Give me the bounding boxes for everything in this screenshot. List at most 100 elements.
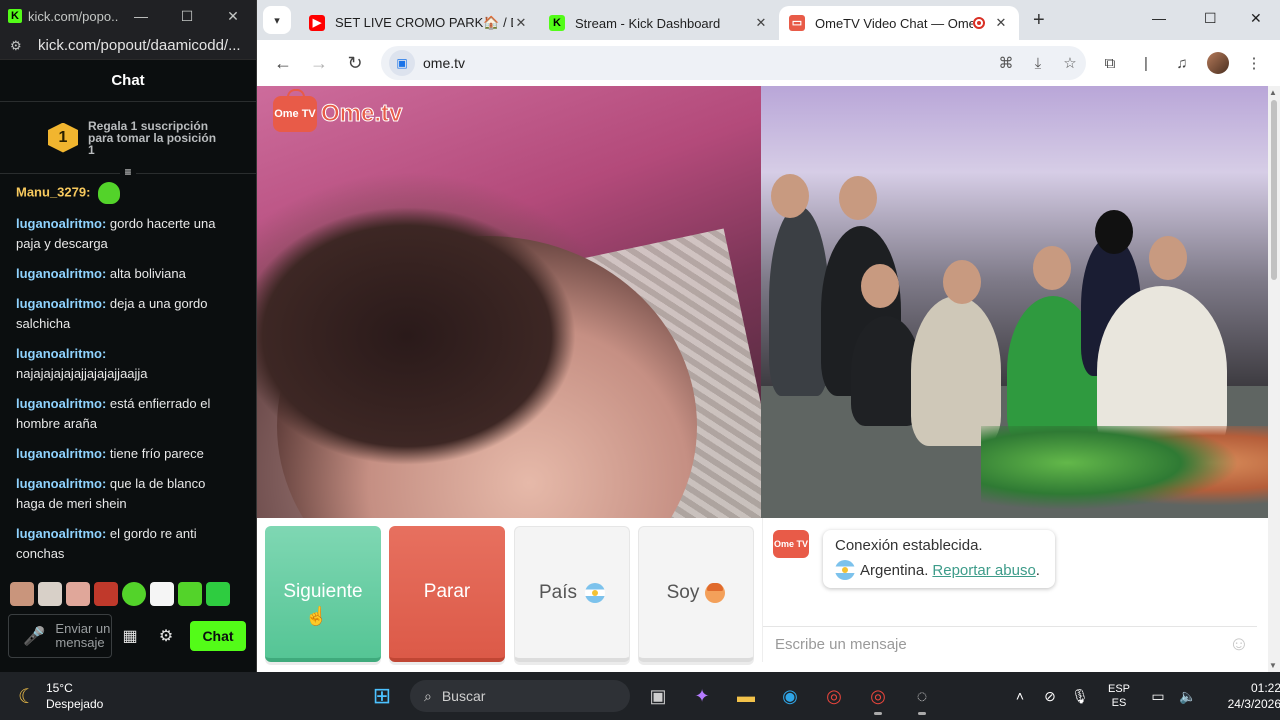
video-head [861, 264, 899, 308]
volume-icon[interactable]: 🔈 [1173, 688, 1203, 705]
chrome-profile-icon[interactable]: ◎ [858, 678, 898, 715]
close-icon[interactable]: ✕ [210, 8, 256, 25]
chat-send-button[interactable]: Chat [190, 621, 246, 651]
remote-camera-video [761, 86, 1268, 518]
chat-username[interactable]: luganoalritmo: [16, 266, 106, 281]
stop-button[interactable]: Parar [389, 526, 505, 662]
clock[interactable]: 01:22 24/3/2026 [1221, 680, 1280, 712]
chat-username[interactable]: Manu_3279: [16, 184, 90, 199]
ometv-logo-text: Ome.tv [320, 100, 403, 128]
close-tab-icon[interactable]: ✕ [993, 15, 1009, 31]
microphone-icon[interactable]: 🎙 [1065, 688, 1095, 705]
smiley-icon[interactable]: ☺ [1221, 633, 1257, 656]
back-icon[interactable]: ← [265, 53, 301, 74]
emote-icon[interactable] [178, 582, 202, 606]
chevron-up-icon[interactable]: ˄ [1005, 688, 1035, 704]
edge-icon[interactable]: ◉ [770, 678, 810, 714]
minimize-icon[interactable]: — [1152, 10, 1166, 26]
extensions-icon[interactable]: ⧉ [1092, 55, 1128, 72]
taskbar-search[interactable]: ⌕ Buscar [410, 680, 630, 712]
chat-message: Manu_3279: [16, 182, 234, 204]
network-off-icon[interactable]: ⊘ [1035, 688, 1065, 705]
chat-username[interactable]: luganoalritmo: [16, 446, 106, 461]
tab-youtube[interactable]: ▶ SET LIVE CROMO PARK🏠 / DY ✕ [299, 6, 539, 40]
reload-icon[interactable]: ↻ [337, 53, 373, 74]
chat-username[interactable]: luganoalritmo: [16, 216, 106, 231]
chat-username[interactable]: luganoalritmo: [16, 526, 106, 541]
tab-kick-dashboard[interactable]: K Stream - Kick Dashboard ✕ [539, 6, 779, 40]
pinned-subscription-banner[interactable]: 1 Regala 1 suscripción para tomar la pos… [0, 102, 256, 179]
forward-icon[interactable]: → [301, 53, 337, 74]
emote-icon[interactable] [94, 582, 118, 606]
site-settings-icon[interactable]: ⚙ [10, 38, 26, 54]
kick-urlbar[interactable]: ⚙ kick.com/popout/daamicodd/... [0, 32, 256, 60]
tab-ometv[interactable]: ▭ OmeTV Video Chat — Ome ✕ [779, 6, 1019, 40]
chat-text: alta boliviana [109, 266, 186, 281]
running-indicator [918, 712, 926, 715]
translate-icon[interactable]: ⌘ [990, 54, 1022, 72]
chat-input-placeholder: Enviar un mensaje [55, 621, 111, 650]
microphone-icon[interactable]: 🎤 [23, 626, 45, 647]
obs-icon[interactable]: ◌ [902, 678, 942, 715]
close-tab-icon[interactable]: ✕ [753, 15, 769, 31]
chrome-icon[interactable]: ◎ [814, 678, 854, 714]
scrollbar-thumb[interactable] [1271, 100, 1277, 280]
emote-icon[interactable] [38, 582, 62, 606]
video-head [839, 176, 877, 220]
message-input[interactable] [775, 636, 1221, 653]
chat-header: Chat [0, 60, 256, 102]
page-scrollbar[interactable]: ▲ ▼ [1268, 86, 1280, 672]
report-abuse-link[interactable]: Reportar abuso [932, 562, 1035, 579]
store-icon[interactable]: ▦ [112, 626, 148, 646]
emote-icon[interactable] [206, 582, 230, 606]
address-bar[interactable]: ▣ ome.tv ⌘ ⤓ ☆ [381, 46, 1086, 80]
hand-cursor-icon: ☝ [305, 606, 328, 626]
chat-username[interactable]: luganoalritmo: [16, 346, 106, 361]
media-controls-icon[interactable]: ♫ [1164, 55, 1200, 72]
chat-input[interactable]: 🎤 Enviar un mensaje [8, 614, 112, 658]
emote-icon[interactable] [122, 582, 146, 606]
minimize-icon[interactable]: — [118, 8, 164, 24]
kick-titlebar: K kick.com/popo... — ☐ ✕ [0, 0, 256, 32]
ometv-logo-icon: Ome TV [773, 530, 809, 558]
scroll-down-icon[interactable]: ▼ [1269, 661, 1277, 670]
scroll-up-icon[interactable]: ▲ [1269, 88, 1277, 97]
video-head [771, 174, 809, 218]
browser-toolbar: ← → ↻ ▣ ome.tv ⌘ ⤓ ☆ ⧉ | ♫ ⋮ [257, 40, 1280, 86]
chat-message: luganoalritmo: está enfierrado el hombre… [16, 394, 234, 434]
install-icon[interactable]: ⤓ [1022, 55, 1054, 72]
windows-start-icon[interactable]: ⊞ [362, 678, 402, 714]
country-button[interactable]: País [514, 526, 630, 662]
task-view-icon[interactable]: ▣ [638, 678, 678, 714]
next-button[interactable]: Siguiente [265, 526, 381, 662]
menu-icon[interactable]: ⋮ [1236, 54, 1272, 72]
close-tab-icon[interactable]: ✕ [513, 15, 529, 31]
emote-icon[interactable] [150, 582, 174, 606]
copilot-icon[interactable]: ✦ [682, 678, 722, 714]
tab-search-icon[interactable]: ▾ [263, 6, 291, 34]
chat-username[interactable]: luganoalritmo: [16, 476, 106, 491]
chat-username[interactable]: luganoalritmo: [16, 296, 106, 311]
emote-icon[interactable] [10, 582, 34, 606]
file-explorer-icon[interactable]: ▬ [726, 678, 766, 714]
maximize-icon[interactable]: ☐ [164, 8, 210, 25]
maximize-icon[interactable]: ☐ [1204, 10, 1217, 27]
weather-widget[interactable]: ☾ 15°C Despejado [18, 680, 103, 712]
site-camera-icon[interactable]: ▣ [389, 50, 415, 76]
collapse-icon[interactable]: ≡ [120, 165, 136, 179]
new-tab-icon[interactable]: + [1033, 9, 1045, 32]
emote-icon[interactable] [66, 582, 90, 606]
close-icon[interactable]: ✕ [1250, 10, 1262, 27]
ometv-logo[interactable]: Ome TV Ome.tv [273, 89, 403, 132]
tab-title: Stream - Kick Dashboard [575, 15, 721, 31]
chat-username[interactable]: luganoalritmo: [16, 396, 106, 411]
keyboard-layout: ES [1111, 697, 1127, 709]
gear-icon[interactable]: ⚙ [148, 626, 184, 646]
star-icon[interactable]: ☆ [1054, 54, 1086, 72]
gender-button[interactable]: Soy [638, 526, 754, 662]
chat-message: luganoalritmo: alta boliviana [16, 264, 234, 284]
display-icon[interactable]: ▭ [1143, 688, 1173, 705]
profile-avatar[interactable] [1207, 52, 1229, 74]
language-indicator[interactable]: ESP ES [1101, 682, 1137, 710]
chat-message: luganoalritmo: que la de blanco haga de … [16, 474, 234, 514]
